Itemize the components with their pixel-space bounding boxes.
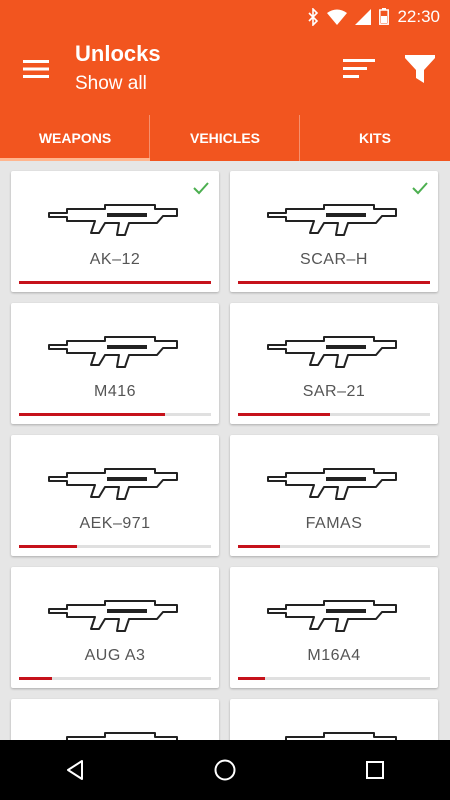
tab-vehicles[interactable]: VEHICLES bbox=[150, 115, 300, 161]
back-button[interactable] bbox=[0, 740, 150, 800]
rifle-icon bbox=[48, 600, 178, 632]
recents-button[interactable] bbox=[300, 740, 450, 800]
unlock-progress bbox=[238, 281, 430, 284]
weapon-card-auga3[interactable]: AUG A3 bbox=[11, 567, 219, 688]
unlock-progress-fill bbox=[238, 281, 430, 284]
tab-bar: WEAPONS VEHICLES KITS bbox=[0, 115, 450, 161]
unlock-progress bbox=[19, 413, 211, 416]
menu-icon bbox=[23, 60, 49, 78]
rifle-icon bbox=[48, 336, 178, 368]
weapon-name: AEK–971 bbox=[79, 515, 151, 532]
unlock-progress bbox=[19, 677, 211, 680]
unlock-progress-fill bbox=[19, 281, 211, 284]
weapon-card-sar21[interactable]: SAR–21 bbox=[230, 303, 438, 424]
rifle-icon bbox=[268, 732, 397, 740]
weapon-card-partial[interactable] bbox=[230, 699, 438, 740]
check-icon bbox=[412, 182, 428, 195]
menu-button[interactable] bbox=[14, 51, 58, 87]
bluetooth-icon bbox=[307, 7, 319, 26]
rifle-icon bbox=[267, 204, 397, 236]
unlock-progress-fill bbox=[238, 677, 265, 680]
filter-icon bbox=[405, 55, 435, 83]
unlock-progress bbox=[19, 545, 211, 548]
weapon-name: SAR–21 bbox=[302, 383, 366, 400]
unlock-progress bbox=[238, 545, 430, 548]
unlock-progress-fill bbox=[19, 413, 165, 416]
home-icon bbox=[214, 759, 236, 781]
weapon-name: M16A4 bbox=[307, 647, 361, 664]
rifle-icon bbox=[48, 204, 178, 236]
battery-icon bbox=[379, 8, 390, 25]
rifle-icon bbox=[267, 336, 397, 368]
weapon-card-famas[interactable]: FAMAS bbox=[230, 435, 438, 556]
rifle-icon bbox=[49, 732, 178, 740]
weapon-card-partial[interactable] bbox=[11, 699, 219, 740]
weapon-card-aek971[interactable]: AEK–971 bbox=[11, 435, 219, 556]
tab-label: VEHICLES bbox=[189, 130, 260, 146]
tab-label: KITS bbox=[359, 130, 391, 146]
weapon-grid: AK–12 SCAR–H M416 SAR–21 AEK–971 FAMAS A… bbox=[0, 161, 450, 740]
weapon-card-m16a4[interactable]: M16A4 bbox=[230, 567, 438, 688]
unlock-progress-fill bbox=[19, 545, 77, 548]
status-time: 22:30 bbox=[397, 6, 440, 26]
unlock-progress bbox=[19, 281, 211, 284]
system-nav-bar bbox=[0, 740, 450, 800]
unlock-progress-fill bbox=[238, 413, 331, 416]
unlock-progress-fill bbox=[19, 677, 52, 680]
weapon-card-scarh[interactable]: SCAR–H bbox=[230, 171, 438, 292]
tab-weapons[interactable]: WEAPONS bbox=[0, 115, 150, 161]
wifi-icon bbox=[327, 9, 348, 25]
weapon-card-m416[interactable]: M416 bbox=[11, 303, 219, 424]
sort-button[interactable] bbox=[336, 49, 382, 89]
page-subtitle: Show all bbox=[75, 73, 147, 94]
tab-kits[interactable]: KITS bbox=[300, 115, 450, 161]
signal-icon bbox=[355, 8, 372, 25]
status-icons: 22:30 bbox=[307, 0, 440, 33]
page-title: Unlocks bbox=[75, 41, 161, 66]
unlock-progress bbox=[238, 677, 430, 680]
rifle-icon bbox=[267, 468, 397, 500]
check-icon bbox=[193, 182, 209, 195]
filter-button[interactable] bbox=[398, 49, 442, 89]
status-bar: 22:30 bbox=[0, 0, 450, 33]
weapon-name: AK–12 bbox=[89, 251, 141, 268]
back-icon bbox=[67, 760, 83, 780]
app-bar: Unlocks Show all bbox=[0, 33, 450, 115]
rifle-icon bbox=[267, 600, 397, 632]
weapon-name: FAMAS bbox=[305, 515, 363, 532]
weapon-card-ak12[interactable]: AK–12 bbox=[11, 171, 219, 292]
tab-label: WEAPONS bbox=[38, 130, 112, 146]
recents-icon bbox=[366, 761, 384, 779]
sort-icon bbox=[343, 59, 375, 78]
unlock-progress-fill bbox=[238, 545, 281, 548]
weapon-name: AUG A3 bbox=[84, 647, 146, 664]
weapon-name: SCAR–H bbox=[300, 251, 368, 268]
home-button[interactable] bbox=[150, 740, 300, 800]
rifle-icon bbox=[48, 468, 178, 500]
unlock-progress bbox=[238, 413, 430, 416]
weapon-name: M416 bbox=[93, 383, 137, 400]
